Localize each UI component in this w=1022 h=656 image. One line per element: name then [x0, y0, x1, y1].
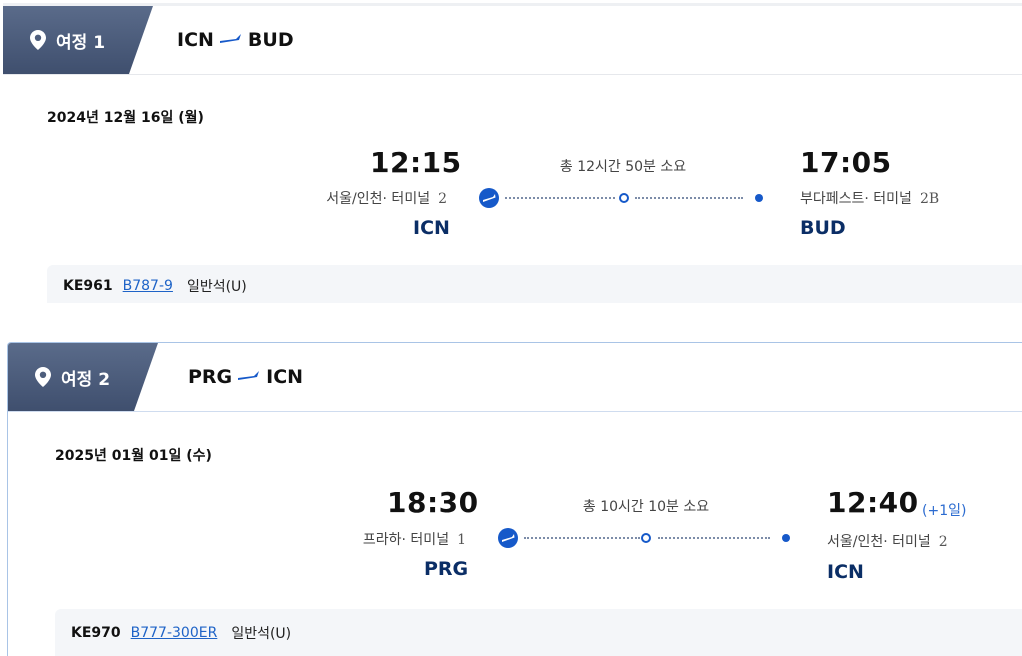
- leg-tab-1[interactable]: 여정 1: [3, 6, 153, 74]
- track-line: [635, 197, 743, 199]
- aircraft-link[interactable]: B787-9: [123, 278, 173, 294]
- takeoff-icon: [498, 528, 518, 548]
- flight-track: [498, 528, 798, 548]
- arrival-time: 17:05: [800, 146, 892, 179]
- itinerary-card-2: 여정 2 PRG ICN 2025년 01월 01일 (수) 18:30 프라하…: [7, 342, 1022, 656]
- flight-date: 2024년 12월 16일 (월): [47, 110, 204, 126]
- departure-time: 12:15: [370, 146, 462, 179]
- track-line: [505, 197, 615, 199]
- leg-tab-label: 여정 2: [61, 369, 111, 390]
- takeoff-icon: [479, 188, 499, 208]
- route-summary: PRG ICN: [188, 343, 303, 411]
- departure-terminal: 1: [457, 532, 466, 548]
- track-endpoint: [755, 194, 763, 202]
- departure-airport-code: PRG: [424, 558, 469, 580]
- arrival-airport-code: BUD: [800, 217, 846, 239]
- aircraft-link[interactable]: B777-300ER: [131, 625, 218, 641]
- leg-tab-label: 여정 1: [56, 32, 106, 53]
- arrival-city-name: 서울/인천· 터미널: [827, 534, 931, 550]
- location-pin-icon: [30, 30, 46, 50]
- arrival-city-name: 부다페스트· 터미널: [800, 191, 912, 207]
- flight-info-bar: KE970 B777-300ER 일반석(U): [55, 609, 1022, 656]
- plane-icon: [219, 34, 241, 43]
- track-midpoint: [619, 193, 629, 203]
- route-origin: ICN: [177, 29, 214, 51]
- flight-track: [479, 188, 769, 208]
- track-line: [524, 537, 640, 539]
- header-divider: [3, 74, 1022, 75]
- arrival-day-offset: (+1일): [922, 503, 967, 519]
- cabin-class: 일반석(U): [231, 626, 292, 642]
- departure-terminal: 2: [438, 191, 447, 207]
- plane-icon: [238, 371, 260, 380]
- flight-date: 2025년 01월 01일 (수): [55, 448, 212, 464]
- itinerary-card-1: 여정 1 ICN BUD 2024년 12월 16일 (월) 12:15 서울/…: [3, 3, 1022, 303]
- arrival-city: 서울/인천· 터미널 2: [827, 531, 948, 551]
- arrival-time: 12:40: [827, 486, 919, 519]
- route-destination: ICN: [266, 366, 304, 388]
- track-midpoint: [641, 533, 651, 543]
- departure-city-name: 서울/인천· 터미널: [326, 191, 431, 207]
- flight-info-bar: KE961 B787-9 일반석(U): [47, 265, 1022, 303]
- flight-number: KE970: [71, 625, 121, 641]
- departure-city-name: 프라하· 터미널: [362, 532, 450, 548]
- arrival-airport-code: ICN: [827, 561, 864, 583]
- departure-city: 서울/인천· 터미널 2: [326, 188, 447, 208]
- arrival-terminal: 2: [938, 534, 948, 550]
- track-line: [658, 537, 770, 539]
- departure-city: 프라하· 터미널 1: [363, 529, 466, 549]
- route-destination: BUD: [247, 29, 294, 51]
- route-origin: PRG: [188, 366, 233, 388]
- route-summary: ICN BUD: [177, 6, 294, 74]
- leg-tab-2[interactable]: 여정 2: [8, 343, 158, 411]
- flight-number: KE961: [63, 277, 113, 294]
- departure-time: 18:30: [387, 486, 479, 519]
- location-pin-icon: [35, 367, 51, 387]
- header-divider: [8, 411, 1022, 412]
- arrival-terminal: 2B: [919, 191, 940, 207]
- flight-duration: 총 10시간 10분 소요: [582, 499, 710, 515]
- track-endpoint: [782, 534, 790, 542]
- departure-airport-code: ICN: [413, 217, 450, 239]
- arrival-city: 부다페스트· 터미널 2B: [800, 188, 939, 208]
- flight-duration: 총 12시간 50분 소요: [559, 159, 687, 175]
- cabin-class: 일반석(U): [186, 278, 247, 295]
